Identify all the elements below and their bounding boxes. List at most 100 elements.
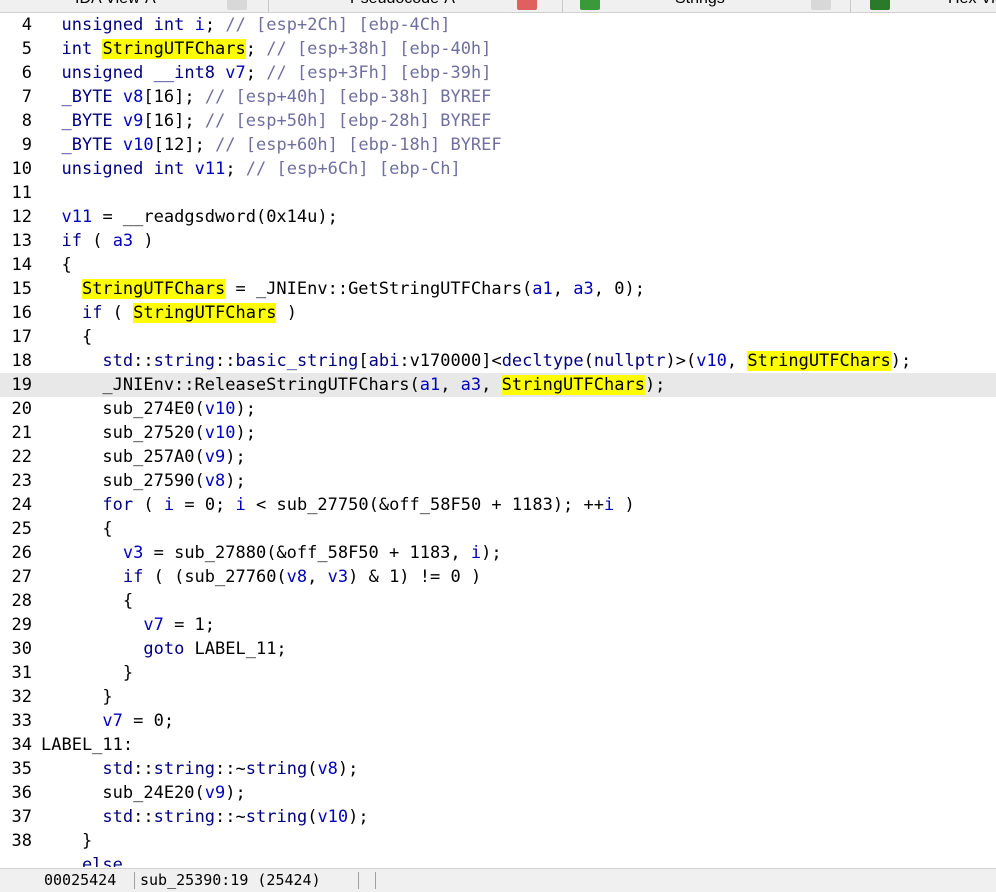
code-line[interactable]: 25 {	[0, 517, 996, 541]
code-text[interactable]: unsigned int v11; // [esp+6Ch] [ebp-Ch]	[41, 157, 460, 181]
code-text[interactable]: _JNIEnv::ReleaseStringUTFChars(a1, a3, S…	[41, 373, 665, 397]
code-line[interactable]: 16 if ( StringUTFChars )	[0, 301, 996, 325]
code-text[interactable]: std::string::~string(v10);	[41, 805, 368, 829]
code-line[interactable]: 32 }	[0, 685, 996, 709]
code-text[interactable]: {	[41, 325, 92, 349]
status-divider	[375, 872, 376, 889]
code-line[interactable]: 24 for ( i = 0; i < sub_27750(&off_58F50…	[0, 493, 996, 517]
line-number: 15	[11, 279, 32, 299]
code-text[interactable]: v7 = 1;	[41, 613, 215, 637]
code-line[interactable]: 21 sub_27520(v10);	[0, 421, 996, 445]
line-number: 21	[11, 423, 32, 443]
pseudocode-view[interactable]: 4 unsigned int i; // [esp+2Ch] [ebp-4Ch]…	[0, 13, 996, 867]
code-line[interactable]: 12 v11 = __readgsdword(0x14u);	[0, 205, 996, 229]
tab-hex-view[interactable]: Hex View-1	[948, 0, 996, 12]
code-line[interactable]: 36 sub_24E20(v9);	[0, 781, 996, 805]
line-number: 5	[21, 39, 32, 59]
code-line[interactable]: 14 {	[0, 253, 996, 277]
code-text[interactable]: if ( (sub_27760(v8, v3) & 1) != 0 )	[41, 565, 481, 589]
line-number: 8	[21, 111, 32, 131]
code-text[interactable]: _BYTE v8[16]; // [esp+40h] [ebp-38h] BYR…	[41, 85, 491, 109]
code-text[interactable]: sub_24E20(v9);	[41, 781, 245, 805]
code-text[interactable]: {	[41, 253, 71, 277]
code-text[interactable]: {	[41, 589, 133, 613]
code-line[interactable]: 11	[0, 181, 996, 205]
line-number: 20	[11, 399, 32, 419]
code-line[interactable]: 37 std::string::~string(v10);	[0, 805, 996, 829]
code-line[interactable]: 33 v7 = 0;	[0, 709, 996, 733]
code-text[interactable]: }	[41, 661, 133, 685]
code-text[interactable]: unsigned int i; // [esp+2Ch] [ebp-4Ch]	[41, 13, 450, 37]
line-number: 14	[11, 255, 32, 275]
code-line[interactable]: 22 sub_257A0(v9);	[0, 445, 996, 469]
code-line[interactable]: 15 StringUTFChars = _JNIEnv::GetStringUT…	[0, 277, 996, 301]
tab-ida-view[interactable]: IDA View-A	[75, 0, 156, 12]
line-number: 30	[11, 639, 32, 659]
tab-separator	[268, 0, 269, 12]
code-line[interactable]: 6 unsigned __int8 v7; // [esp+3Fh] [ebp-…	[0, 61, 996, 85]
status-bar: 00025424 sub_25390:19 (25424)	[0, 868, 996, 892]
code-text[interactable]: unsigned __int8 v7; // [esp+3Fh] [ebp-39…	[41, 61, 491, 85]
code-text[interactable]: }	[41, 829, 92, 853]
line-number: 38	[11, 831, 32, 851]
code-line[interactable]: 19 _JNIEnv::ReleaseStringUTFChars(a1, a3…	[0, 373, 996, 397]
code-line[interactable]: 8 _BYTE v9[16]; // [esp+50h] [ebp-28h] B…	[0, 109, 996, 133]
code-text[interactable]: StringUTFChars = _JNIEnv::GetStringUTFCh…	[41, 277, 645, 301]
tab-pseudocode[interactable]: Pseudocode-A	[350, 0, 455, 12]
code-line[interactable]: 4 unsigned int i; // [esp+2Ch] [ebp-4Ch]	[0, 13, 996, 37]
code-line[interactable]: 31 }	[0, 661, 996, 685]
code-line[interactable]: 34 LABEL_11:	[0, 733, 996, 757]
code-text[interactable]: sub_274E0(v10);	[41, 397, 256, 421]
code-line[interactable]: 23 sub_27590(v8);	[0, 469, 996, 493]
line-number: 31	[11, 663, 32, 683]
code-line[interactable]: 20 sub_274E0(v10);	[0, 397, 996, 421]
hex-view-icon	[870, 0, 890, 10]
close-icon[interactable]	[517, 0, 537, 10]
code-line[interactable]: 29 v7 = 1;	[0, 613, 996, 637]
code-line[interactable]: 7 _BYTE v8[16]; // [esp+40h] [ebp-38h] B…	[0, 85, 996, 109]
code-line[interactable]: 17 {	[0, 325, 996, 349]
code-line[interactable]: 18 std::string::basic_string[abi:v170000…	[0, 349, 996, 373]
code-text[interactable]: sub_257A0(v9);	[41, 445, 245, 469]
code-text[interactable]: v3 = sub_27880(&off_58F50 + 1183, i);	[41, 541, 502, 565]
code-text[interactable]: for ( i = 0; i < sub_27750(&off_58F50 + …	[41, 493, 634, 517]
code-line[interactable]: 26 v3 = sub_27880(&off_58F50 + 1183, i);	[0, 541, 996, 565]
strings-icon	[580, 0, 600, 10]
code-text[interactable]: _BYTE v10[12]; // [esp+60h] [ebp-18h] BY…	[41, 133, 501, 157]
code-text[interactable]: goto LABEL_11;	[41, 637, 286, 661]
tab-separator	[850, 0, 851, 12]
code-text[interactable]: sub_27590(v8);	[41, 469, 245, 493]
code-line[interactable]: 30 goto LABEL_11;	[0, 637, 996, 661]
code-text[interactable]: }	[41, 685, 112, 709]
line-number: 7	[21, 87, 32, 107]
line-number: 4	[21, 15, 32, 35]
code-text[interactable]: if ( a3 )	[41, 229, 153, 253]
code-line[interactable]: 27 if ( (sub_27760(v8, v3) & 1) != 0 )	[0, 565, 996, 589]
code-line[interactable]: 13 if ( a3 )	[0, 229, 996, 253]
code-text[interactable]: std::string::~string(v8);	[41, 757, 358, 781]
code-text[interactable]: sub_27520(v10);	[41, 421, 256, 445]
code-line[interactable]: else	[0, 853, 996, 867]
close-icon[interactable]	[811, 0, 831, 10]
line-number: 37	[11, 807, 32, 827]
code-line[interactable]: 10 unsigned int v11; // [esp+6Ch] [ebp-C…	[0, 157, 996, 181]
tab-strings[interactable]: Strings	[675, 0, 725, 12]
code-text[interactable]: LABEL_11:	[41, 733, 133, 757]
code-line[interactable]: 35 std::string::~string(v8);	[0, 757, 996, 781]
code-text[interactable]: int StringUTFChars; // [esp+38h] [ebp-40…	[41, 37, 491, 61]
code-text[interactable]: else	[41, 853, 123, 867]
code-text[interactable]: std::string::basic_string[abi:v170000]<d…	[41, 349, 911, 373]
line-number: 16	[11, 303, 32, 323]
code-text[interactable]: v7 = 0;	[41, 709, 174, 733]
line-number: 10	[11, 159, 32, 179]
code-line[interactable]: 38 }	[0, 829, 996, 853]
code-line[interactable]: 5 int StringUTFChars; // [esp+38h] [ebp-…	[0, 37, 996, 61]
code-text[interactable]: _BYTE v9[16]; // [esp+50h] [ebp-28h] BYR…	[41, 109, 491, 133]
close-icon[interactable]	[227, 0, 247, 10]
line-number: 17	[11, 327, 32, 347]
code-text[interactable]: {	[41, 517, 112, 541]
code-line[interactable]: 9 _BYTE v10[12]; // [esp+60h] [ebp-18h] …	[0, 133, 996, 157]
code-text[interactable]: v11 = __readgsdword(0x14u);	[41, 205, 337, 229]
code-text[interactable]: if ( StringUTFChars )	[41, 301, 297, 325]
code-line[interactable]: 28 {	[0, 589, 996, 613]
